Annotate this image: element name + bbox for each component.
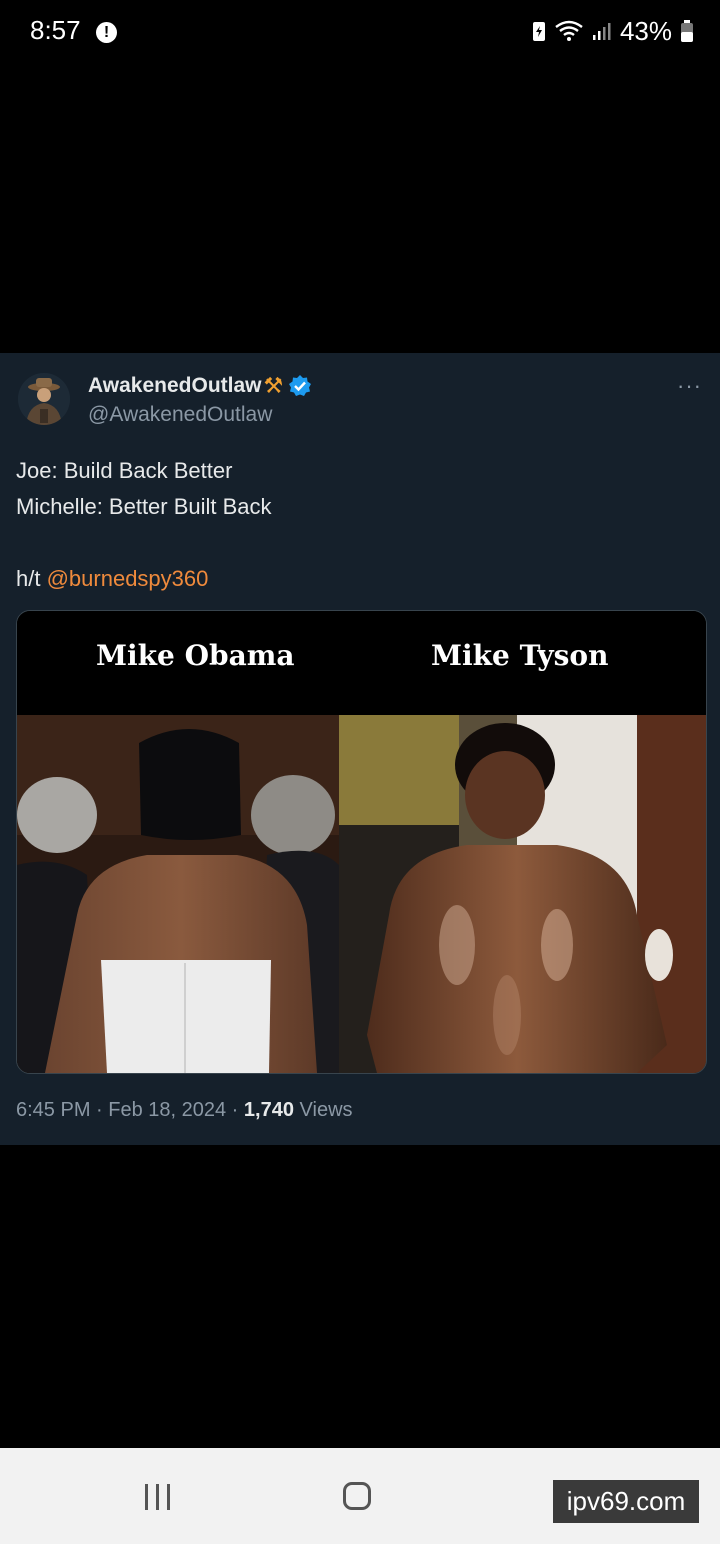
views-count: 1,740 <box>243 1099 294 1121</box>
handle[interactable]: @AwakenedOutlaw <box>88 403 272 427</box>
display-name[interactable]: AwakenedOutlaw ⚒ <box>88 373 312 399</box>
display-name-text: AwakenedOutlaw <box>88 374 262 397</box>
avatar[interactable] <box>18 373 70 425</box>
tweet-line-credit: h/t @burnedspy360 <box>16 561 696 597</box>
status-bar: 8:57 ! 43% <box>0 0 720 66</box>
caption-right: Mike Tyson <box>431 639 609 672</box>
media-caption-bar: Mike Obama Mike Tyson <box>17 611 706 715</box>
credit-prefix: h/t <box>16 566 41 591</box>
tweet-media[interactable]: Mike Obama Mike Tyson <box>16 610 707 1074</box>
tweet-text: Joe: Build Back Better Michelle: Better … <box>16 453 696 597</box>
meme-photo <box>17 715 706 1073</box>
tweet-card[interactable]: AwakenedOutlaw ⚒ @AwakenedOutlaw ··· Joe… <box>0 353 720 1145</box>
recent-apps-icon[interactable] <box>142 1482 174 1512</box>
status-icons: 43% <box>532 14 694 48</box>
tweet-meta: 6:45 PM · Feb 18, 2024 · 1,740 Views <box>16 1099 353 1122</box>
tweet-line: Michelle: Better Built Back <box>16 494 272 519</box>
timestamp[interactable]: 6:45 PM · Feb 18, 2024 · <box>16 1099 244 1121</box>
home-icon[interactable] <box>343 1482 371 1510</box>
battery-saver-icon <box>532 22 545 41</box>
watermark: ipv69.com <box>553 1480 699 1523</box>
caption-left: Mike Obama <box>96 639 295 672</box>
mention-link[interactable]: @burnedspy360 <box>47 566 209 591</box>
hammer-pick-icon: ⚒ <box>263 373 284 398</box>
verified-badge-icon <box>289 375 312 396</box>
tweet-line <box>16 525 696 561</box>
wifi-icon <box>555 20 583 41</box>
more-options-button[interactable]: ··· <box>677 373 702 399</box>
views-label: Views <box>293 1099 353 1121</box>
battery-icon <box>681 20 693 42</box>
tweet-line: Joe: Build Back Better <box>16 458 233 483</box>
signal-icon <box>592 23 611 40</box>
exclamation-circle-icon: ! <box>96 22 117 43</box>
battery-percent: 43% <box>619 15 672 46</box>
status-time: 8:57 <box>30 15 81 45</box>
